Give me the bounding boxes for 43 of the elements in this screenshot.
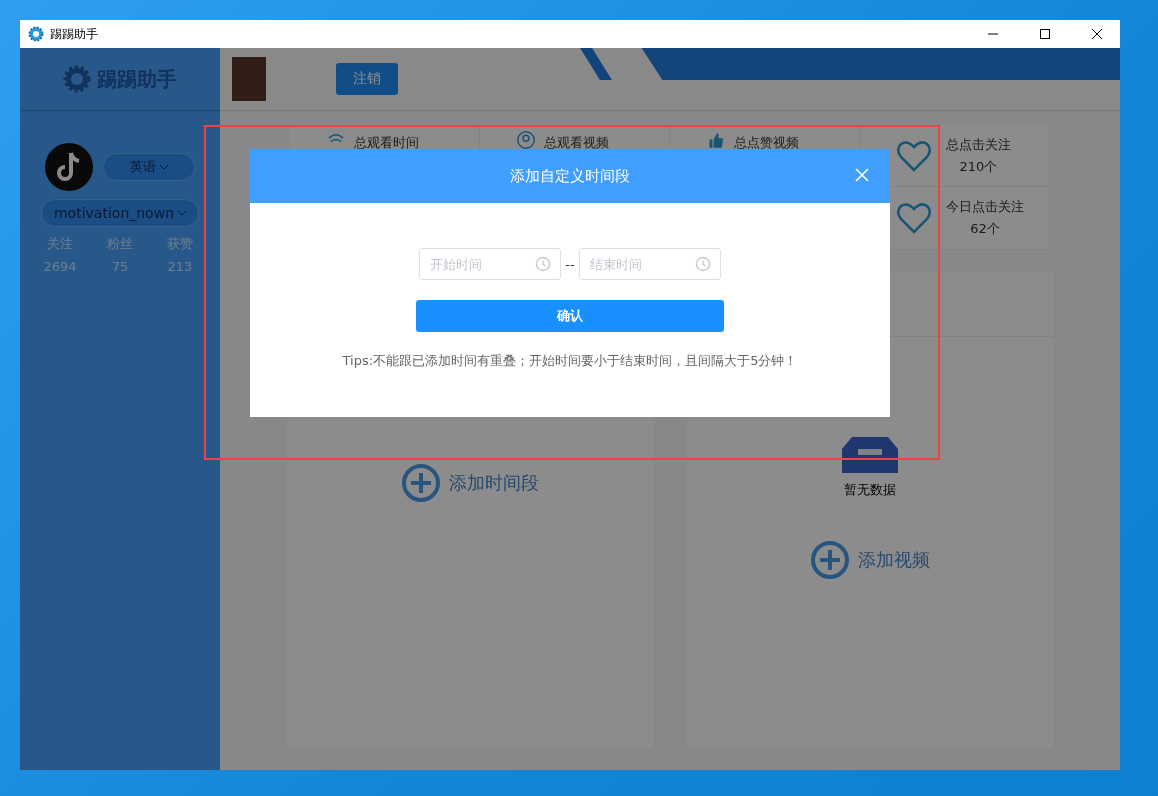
- music-note-avatar-icon: [45, 143, 93, 191]
- stat-title: 今日点击关注: [946, 198, 1024, 216]
- stat-value: 213: [166, 259, 194, 274]
- clock-icon: [694, 256, 711, 272]
- stat-title: 总观看视频: [544, 134, 609, 152]
- avatar-placeholder: [232, 57, 266, 101]
- stat-title: 总点击关注: [946, 135, 1011, 154]
- plus-circle-icon: [810, 540, 850, 580]
- chevron-down-icon: [160, 164, 168, 170]
- maximize-icon: [1040, 29, 1050, 39]
- stat-label: 获赞: [166, 235, 194, 253]
- stat-title: 总点赞视频: [734, 134, 799, 152]
- user-circle-icon: [516, 130, 536, 150]
- stat-value: 2694: [42, 259, 78, 274]
- heart-icon: [896, 138, 932, 173]
- window-title: 踢踢助手: [50, 25, 99, 43]
- chevron-down-icon: [178, 210, 186, 216]
- dialog-title: 添加自定义时间段: [510, 166, 630, 186]
- stat-value: 210个: [959, 157, 998, 176]
- logout-button[interactable]: 注销: [336, 63, 398, 95]
- heart-icon: [896, 201, 932, 235]
- stat-label: 粉丝: [106, 235, 134, 253]
- start-time-field[interactable]: 开始时间: [419, 248, 562, 280]
- range-separator: --: [565, 256, 575, 272]
- add-time-slot-button[interactable]: 添加时间段: [395, 462, 545, 504]
- stat-label: 关注: [46, 235, 74, 253]
- gear-icon: [63, 65, 91, 93]
- empty-box-icon: [842, 437, 898, 473]
- stat-value: 75: [110, 259, 130, 274]
- account-dropdown[interactable]: motivation_nown: [41, 199, 199, 227]
- empty-state-text: 暂无数据: [844, 481, 896, 499]
- confirm-button[interactable]: 确认: [416, 300, 724, 332]
- plus-circle-icon: [401, 463, 441, 503]
- stat-value: 62个: [970, 220, 1000, 238]
- close-icon: [1092, 29, 1102, 39]
- clock-icon: [535, 256, 552, 272]
- close-icon[interactable]: [854, 167, 870, 183]
- gear-icon: [28, 26, 44, 42]
- stat-title: 总观看时间: [354, 134, 419, 152]
- add-video-button[interactable]: 添加视频: [804, 539, 936, 581]
- end-time-field[interactable]: 结束时间: [578, 248, 721, 280]
- tips-text: Tips:不能跟已添加时间有重叠；开始时间要小于结束时间，且间隔大于5分钟！: [342, 352, 798, 370]
- language-dropdown[interactable]: 英语: [103, 153, 195, 181]
